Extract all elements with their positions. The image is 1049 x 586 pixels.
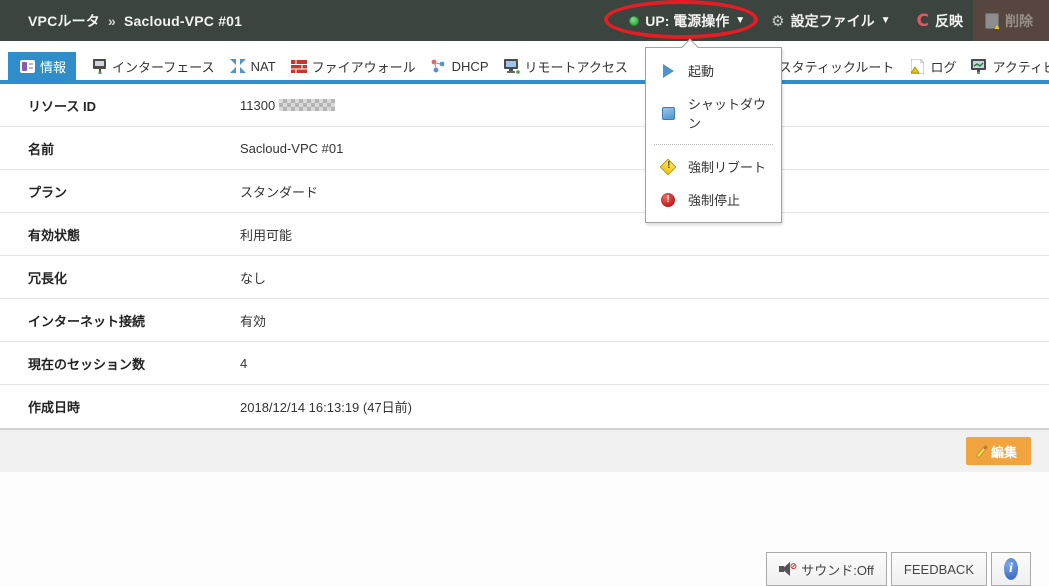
refresh-icon: C	[917, 11, 929, 31]
shutdown-square-icon	[660, 105, 676, 121]
row-value: スタンダード	[240, 182, 318, 201]
chevron-down-icon: ▼	[735, 15, 745, 26]
tab-label: リモートアクセス	[525, 57, 628, 76]
pencil-icon	[976, 444, 989, 458]
power-operation-menu: 起動 シャットダウン 強制リブート ! 強制停止	[645, 47, 782, 223]
tab-bar: 情報 インターフェース NAT ファイアウォール DHCP リモートアクセス	[0, 41, 1049, 84]
resource-id-value: 11300	[240, 98, 275, 113]
apply-label: 反映	[935, 11, 963, 31]
sound-label: サウンド:Off	[801, 560, 874, 579]
row-label: 冗長化	[0, 268, 240, 287]
edit-button[interactable]: 編集	[966, 437, 1031, 465]
info-icon	[18, 58, 36, 74]
table-row-name: 名前 Sacloud-VPC #01	[0, 127, 1049, 170]
row-value: 4	[240, 356, 247, 371]
tab-dhcp[interactable]: DHCP	[430, 52, 489, 80]
menu-separator	[654, 144, 773, 145]
redacted-block	[279, 99, 335, 111]
row-value: 有効	[240, 311, 266, 330]
row-value: Sacloud-VPC #01	[240, 141, 343, 156]
topbar-actions: UP: 電源操作 ▼ ⚙ 設定ファイル ▼ C 反映 削除	[629, 0, 1049, 41]
table-row-created-at: 作成日時 2018/12/14 16:13:19 (47日前)	[0, 385, 1049, 428]
top-bar: VPCルータ » Sacloud-VPC #01 UP: 電源操作 ▼ ⚙ 設定…	[0, 0, 1049, 41]
row-label: 有効状態	[0, 225, 240, 244]
bottom-utility-bar: ⊘ サウンド:Off FEEDBACK i	[766, 552, 1031, 586]
row-value: なし	[240, 268, 266, 287]
info-circle-icon: i	[1004, 558, 1018, 580]
menu-item-forced-reboot[interactable]: 強制リブート	[646, 150, 781, 183]
table-row-sessions: 現在のセッション数 4	[0, 342, 1049, 385]
menu-item-start[interactable]: 起動	[646, 54, 781, 87]
delete-label: 削除	[1005, 11, 1033, 31]
feedback-label: FEEDBACK	[904, 562, 974, 577]
table-row-internet: インターネット接続 有効	[0, 299, 1049, 342]
status-up-icon	[629, 16, 639, 26]
breadcrumb-section[interactable]: VPCルータ	[28, 11, 100, 31]
dhcp-network-icon	[430, 58, 448, 74]
table-row-resource-id: リソース ID 11300	[0, 84, 1049, 127]
feedback-button[interactable]: FEEDBACK	[891, 552, 987, 586]
start-play-icon	[660, 63, 676, 79]
log-document-icon	[908, 58, 926, 74]
help-info-button[interactable]: i	[991, 552, 1031, 586]
breadcrumb-separator: »	[108, 13, 116, 29]
activity-monitor-icon	[970, 58, 988, 74]
tab-info[interactable]: 情報	[8, 52, 76, 80]
menu-item-label: シャットダウン	[688, 94, 767, 132]
table-row-redundancy: 冗長化 なし	[0, 256, 1049, 299]
firewall-brick-icon	[290, 58, 308, 74]
tab-firewall[interactable]: ファイアウォール	[290, 52, 416, 80]
tab-label: 情報	[40, 57, 66, 76]
tab-log[interactable]: ログ	[908, 52, 956, 80]
row-value: 2018/12/14 16:13:19 (47日前)	[240, 397, 412, 416]
breadcrumb-resource-name: Sacloud-VPC #01	[124, 13, 242, 29]
tab-label: インターフェース	[112, 57, 215, 76]
remote-access-icon	[503, 58, 521, 74]
row-label: 作成日時	[0, 397, 240, 416]
menu-item-label: 強制停止	[688, 190, 740, 209]
row-label: 名前	[0, 139, 240, 158]
row-label: プラン	[0, 182, 240, 201]
table-row-availability: 有効状態 利用可能	[0, 213, 1049, 256]
tab-label: ログ	[930, 57, 956, 76]
tab-label: アクティビティ	[992, 57, 1049, 76]
edit-label: 編集	[991, 442, 1017, 461]
row-label: 現在のセッション数	[0, 354, 240, 373]
tab-activity[interactable]: アクティビティ	[970, 52, 1049, 80]
menu-item-forced-stop[interactable]: ! 強制停止	[646, 183, 781, 216]
network-interface-icon	[90, 58, 108, 74]
row-value: 11300	[240, 98, 335, 113]
tab-remote-access[interactable]: リモートアクセス	[503, 52, 628, 80]
nat-arrows-icon	[229, 58, 247, 74]
sound-toggle-button[interactable]: ⊘ サウンド:Off	[766, 552, 887, 586]
resource-info-table: リソース ID 11300 名前 Sacloud-VPC #01 プラン スタン…	[0, 84, 1049, 428]
chevron-down-icon: ▼	[881, 15, 891, 26]
power-operation-button[interactable]: UP: 電源操作 ▼	[629, 11, 745, 31]
tab-label: DHCP	[452, 59, 489, 74]
apply-button[interactable]: C 反映	[917, 11, 963, 31]
menu-item-shutdown[interactable]: シャットダウン	[646, 87, 781, 139]
warning-diamond-icon	[660, 159, 676, 175]
tab-label: NAT	[251, 59, 276, 74]
config-file-button[interactable]: ⚙ 設定ファイル ▼	[771, 11, 890, 31]
table-row-plan: プラン スタンダード	[0, 170, 1049, 213]
gear-icon: ⚙	[771, 12, 784, 30]
tab-interfaces[interactable]: インターフェース	[90, 52, 215, 80]
breadcrumb: VPCルータ » Sacloud-VPC #01	[0, 11, 242, 31]
action-bar: 編集	[0, 428, 1049, 472]
row-label: リソース ID	[0, 96, 240, 115]
row-value: 利用可能	[240, 225, 292, 244]
config-file-label: 設定ファイル	[791, 11, 875, 31]
error-circle-icon: !	[660, 192, 676, 208]
tab-nat[interactable]: NAT	[229, 52, 276, 80]
delete-button[interactable]: 削除	[973, 0, 1049, 41]
menu-item-label: 強制リブート	[688, 157, 766, 176]
row-label: インターネット接続	[0, 311, 240, 330]
menu-item-label: 起動	[688, 61, 714, 80]
sound-muted-icon: ⊘	[779, 562, 795, 576]
tab-label: ファイアウォール	[312, 57, 416, 76]
delete-warning-icon	[985, 13, 999, 29]
power-operation-label: UP: 電源操作	[645, 11, 729, 31]
tab-label: スタティックルート	[779, 57, 895, 76]
